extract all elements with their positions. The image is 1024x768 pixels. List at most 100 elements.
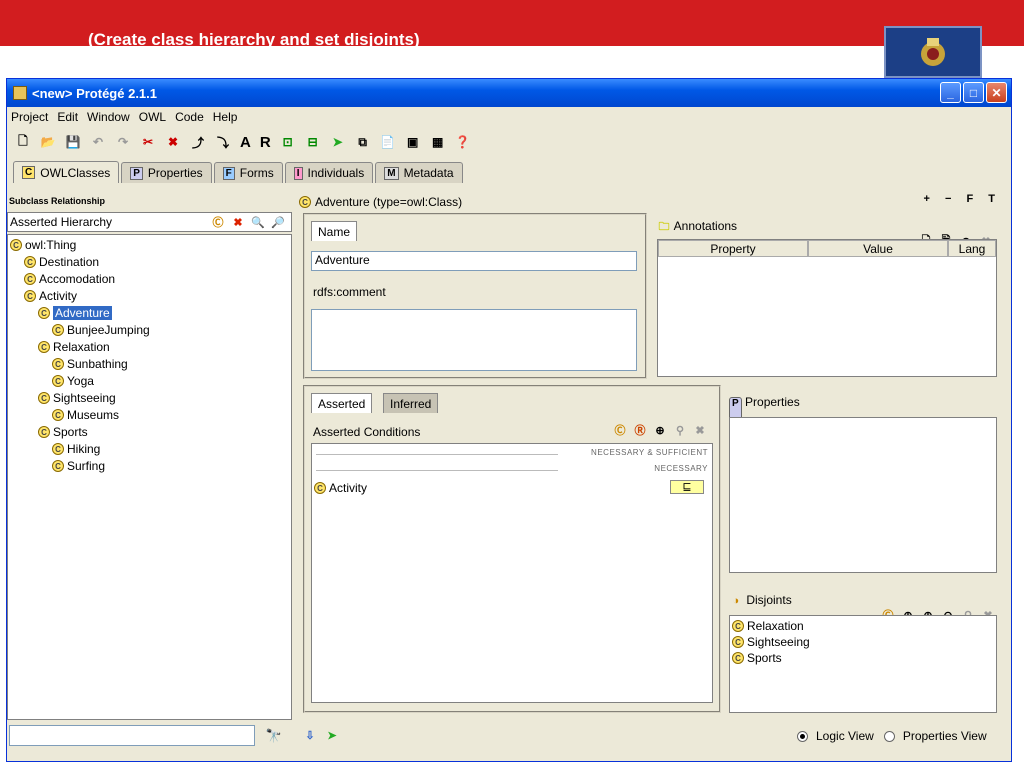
extract-icon[interactable]: ⤵: [215, 134, 231, 150]
column-lang[interactable]: Lang: [948, 240, 996, 257]
toolbar-a-button[interactable]: A: [240, 134, 251, 151]
class-tree: Cowl:Thing C Destination C Accomodation C Acti…: [7, 234, 292, 720]
table-icon[interactable]: ▦: [430, 134, 446, 150]
class-icon: C: [24, 256, 36, 268]
tab-label: Individuals: [307, 166, 365, 180]
title-bar: <new> Protégé 2.1.1 _ □ ✕: [7, 79, 1011, 107]
menu-owl[interactable]: OWL: [139, 110, 166, 124]
class-icon: C: [732, 652, 744, 664]
owlclasses-tab-icon: C: [22, 166, 36, 179]
rdfs-comment-label: rdfs:comment: [313, 285, 386, 299]
new-file-icon[interactable]: 🗋: [15, 134, 31, 150]
add-named-class-icon[interactable]: Ⓡ: [633, 423, 647, 437]
save-icon[interactable]: 💾: [65, 134, 81, 150]
tab-label: Properties: [147, 166, 203, 180]
name-field[interactable]: Adventure: [311, 251, 637, 271]
app-icon: [13, 86, 27, 100]
document-icon[interactable]: 📄: [380, 134, 396, 150]
tab-metadata[interactable]: M Metadata: [375, 162, 463, 183]
class-icon: C: [52, 324, 64, 336]
tree-node[interactable]: C Sunbathing: [52, 356, 128, 372]
close-button[interactable]: ✕: [986, 82, 1007, 103]
main-tabs: C OWLClasses P Properties F Forms I Indi…: [13, 161, 463, 183]
view-toggle: Logic View Properties View: [797, 727, 1007, 745]
disjoint-icon[interactable]: ⧉: [355, 134, 371, 150]
properties-view-radio[interactable]: [883, 730, 895, 742]
tab-inferred[interactable]: Inferred: [383, 393, 439, 413]
disjoints-list: C Relaxation C Sightseeing C Sports: [729, 615, 997, 713]
add-expression-icon[interactable]: ⊕: [653, 423, 667, 437]
tree-node[interactable]: C Accomodation: [24, 271, 115, 287]
undo-icon[interactable]: ↶: [90, 134, 106, 150]
properties-view-label: Properties View: [902, 729, 987, 743]
tree-node[interactable]: C Sightseeing: [38, 390, 116, 406]
cut-icon[interactable]: ✂: [140, 134, 156, 150]
menu-bar: Project Edit Window OWL Code Help: [7, 107, 1011, 127]
find-icon[interactable]: 🔍: [251, 215, 265, 229]
remove-condition-icon[interactable]: ✖: [693, 423, 707, 437]
tree-node[interactable]: C Adventure: [38, 305, 112, 321]
disjoint-item[interactable]: C Relaxation: [732, 618, 804, 634]
class-search-input[interactable]: [9, 725, 255, 746]
delete-icon[interactable]: ✖: [165, 134, 181, 150]
maximize-button[interactable]: □: [963, 82, 984, 103]
insert-icon[interactable]: ⤴: [190, 134, 206, 150]
find-next-icon[interactable]: 🔎: [271, 215, 285, 229]
metadata-tab-icon: M: [384, 166, 399, 180]
redo-icon[interactable]: ↷: [115, 134, 131, 150]
create-restriction-icon[interactable]: Ⓒ: [613, 423, 627, 437]
tab-individuals[interactable]: I Individuals: [284, 162, 374, 183]
window-title: <new> Protégé 2.1.1: [32, 85, 158, 101]
tree-node[interactable]: C Museums: [52, 407, 119, 423]
rdfs-comment-field[interactable]: [311, 309, 637, 371]
class-editor-header: C Adventure (type=owl:Class) + − F T: [299, 193, 1009, 211]
necessary-sufficient-divider: NECESSARY & SUFFICIENT: [316, 448, 708, 460]
tree-node-label: Adventure: [53, 306, 112, 320]
disjoint-item[interactable]: C Sports: [732, 650, 782, 666]
compute-icon[interactable]: ⊟: [305, 134, 321, 150]
classify-icon[interactable]: ⊡: [280, 134, 296, 150]
menu-code[interactable]: Code: [175, 110, 204, 124]
properties-tab-icon: P: [130, 166, 143, 180]
tree-node[interactable]: C Destination: [24, 254, 99, 270]
column-property[interactable]: Property: [658, 240, 808, 257]
tab-owlclasses[interactable]: C OWLClasses: [13, 161, 120, 183]
minimize-button[interactable]: _: [940, 82, 961, 103]
condition-row[interactable]: C Activity: [314, 480, 367, 496]
menu-window[interactable]: Window: [87, 110, 130, 124]
tree-node[interactable]: C Yoga: [52, 373, 94, 389]
search-condition-icon[interactable]: ⚲: [673, 423, 687, 437]
create-subclass-icon[interactable]: Ⓒ: [211, 215, 225, 229]
tree-node-label: Accomodation: [39, 272, 116, 286]
tab-asserted[interactable]: Asserted: [311, 393, 373, 413]
tree-node[interactable]: C Activity: [24, 288, 77, 304]
run-icon[interactable]: ➤: [325, 728, 339, 742]
help-icon[interactable]: ❓: [455, 134, 471, 150]
tree-node[interactable]: C Relaxation: [38, 339, 110, 355]
tree-node[interactable]: C Sports: [38, 424, 88, 440]
arrow-icon[interactable]: ➤: [330, 134, 346, 150]
import-icon[interactable]: ⇩: [303, 728, 317, 742]
toolbar-r-button[interactable]: R: [260, 134, 271, 151]
disjoint-item[interactable]: C Sightseeing: [732, 634, 810, 650]
menu-edit[interactable]: Edit: [57, 110, 78, 124]
menu-help[interactable]: Help: [213, 110, 238, 124]
logic-view-radio[interactable]: [797, 730, 808, 742]
subclass-operator-badge[interactable]: ⊑: [670, 480, 704, 494]
menu-project[interactable]: Project: [11, 110, 48, 124]
tree-node[interactable]: C Hiking: [52, 441, 100, 457]
tab-properties[interactable]: P Properties: [121, 162, 212, 183]
window-icon[interactable]: ▣: [405, 134, 421, 150]
tab-name[interactable]: Name: [311, 221, 358, 241]
class-icon: C: [732, 636, 744, 648]
binoculars-icon[interactable]: 🔭: [263, 725, 285, 746]
class-editor-title: Adventure (type=owl:Class): [315, 195, 463, 209]
column-value[interactable]: Value: [808, 240, 948, 257]
delete-class-icon[interactable]: ✖: [231, 215, 245, 229]
tab-forms[interactable]: F Forms: [213, 162, 283, 183]
open-folder-icon[interactable]: 📂: [40, 134, 56, 150]
tree-node[interactable]: C Surfing: [52, 458, 105, 474]
editor-controls[interactable]: + − F T: [924, 193, 1001, 205]
tree-node[interactable]: Cowl:Thing: [10, 237, 76, 253]
tree-node[interactable]: C BunjeeJumping: [52, 322, 150, 338]
